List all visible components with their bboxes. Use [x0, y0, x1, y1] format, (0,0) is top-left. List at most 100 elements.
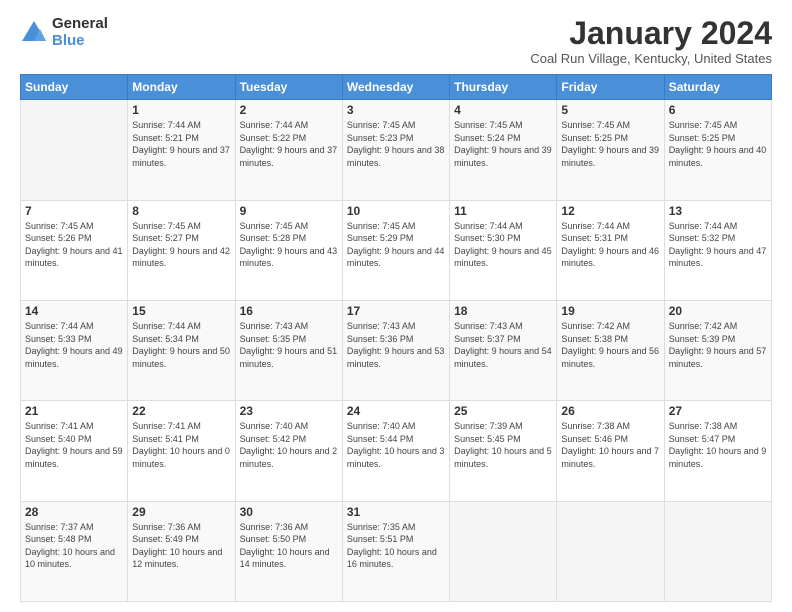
day-number: 30: [240, 505, 338, 519]
logo-general-text: General: [52, 16, 108, 33]
day-number: 29: [132, 505, 230, 519]
calendar-cell: 19 Sunrise: 7:42 AMSunset: 5:38 PMDayligh…: [557, 300, 664, 400]
day-info: Sunrise: 7:36 AMSunset: 5:49 PMDaylight:…: [132, 521, 230, 571]
calendar-cell: 10 Sunrise: 7:45 AMSunset: 5:29 PMDayligh…: [342, 200, 449, 300]
day-number: 31: [347, 505, 445, 519]
day-info: Sunrise: 7:44 AMSunset: 5:22 PMDaylight:…: [240, 119, 338, 169]
calendar-cell: 1Sunrise: 7:44 AMSunset: 5:21 PMDaylight…: [128, 100, 235, 200]
location: Coal Run Village, Kentucky, United State…: [530, 51, 772, 66]
day-info: Sunrise: 7:45 AMSunset: 5:26 PMDaylight:…: [25, 220, 123, 270]
day-number: 26: [561, 404, 659, 418]
calendar-cell: 18 Sunrise: 7:43 AMSunset: 5:37 PMDayligh…: [450, 300, 557, 400]
day-number: 19: [561, 304, 659, 318]
weekday-header-sunday: Sunday: [21, 75, 128, 100]
calendar-week-row: 28 Sunrise: 7:37 AMSunset: 5:48 PMDayligh…: [21, 501, 772, 601]
calendar-week-row: 1Sunrise: 7:44 AMSunset: 5:21 PMDaylight…: [21, 100, 772, 200]
day-number: 17: [347, 304, 445, 318]
day-number: 16: [240, 304, 338, 318]
day-number: 22: [132, 404, 230, 418]
calendar-cell: 31Sunrise: 7:35 AMSunset: 5:51 PMDayligh…: [342, 501, 449, 601]
day-info: Sunrise: 7:45 AMSunset: 5:29 PMDaylight:…: [347, 220, 445, 270]
day-number: 25: [454, 404, 552, 418]
day-info: Sunrise: 7:42 AMSunset: 5:39 PMDaylight:…: [669, 320, 767, 370]
day-info: Sunrise: 7:44 AMSunset: 5:21 PMDaylight:…: [132, 119, 230, 169]
calendar-week-row: 21Sunrise: 7:41 AMSunset: 5:40 PMDayligh…: [21, 401, 772, 501]
day-info: Sunrise: 7:44 AMSunset: 5:33 PMDaylight:…: [25, 320, 123, 370]
day-info: Sunrise: 7:45 AMSunset: 5:23 PMDaylight:…: [347, 119, 445, 169]
calendar-cell: 22 Sunrise: 7:41 AMSunset: 5:41 PMDayligh…: [128, 401, 235, 501]
day-number: 27: [669, 404, 767, 418]
calendar-cell: 3 Sunrise: 7:45 AMSunset: 5:23 PMDaylight…: [342, 100, 449, 200]
day-info: Sunrise: 7:36 AMSunset: 5:50 PMDaylight:…: [240, 521, 338, 571]
month-title: January 2024: [530, 16, 772, 51]
weekday-header-thursday: Thursday: [450, 75, 557, 100]
day-number: 3: [347, 103, 445, 117]
calendar-cell: 20 Sunrise: 7:42 AMSunset: 5:39 PMDayligh…: [664, 300, 771, 400]
day-info: Sunrise: 7:41 AMSunset: 5:40 PMDaylight:…: [25, 420, 123, 470]
calendar-cell: 26 Sunrise: 7:38 AMSunset: 5:46 PMDayligh…: [557, 401, 664, 501]
day-info: Sunrise: 7:38 AMSunset: 5:46 PMDaylight:…: [561, 420, 659, 470]
page: General Blue January 2024 Coal Run Villa…: [0, 0, 792, 612]
calendar-cell: [557, 501, 664, 601]
day-info: Sunrise: 7:38 AMSunset: 5:47 PMDaylight:…: [669, 420, 767, 470]
day-number: 7: [25, 204, 123, 218]
calendar-cell: 27 Sunrise: 7:38 AMSunset: 5:47 PMDayligh…: [664, 401, 771, 501]
day-info: Sunrise: 7:45 AMSunset: 5:25 PMDaylight:…: [669, 119, 767, 169]
day-number: 14: [25, 304, 123, 318]
day-info: Sunrise: 7:43 AMSunset: 5:35 PMDaylight:…: [240, 320, 338, 370]
calendar-cell: 28 Sunrise: 7:37 AMSunset: 5:48 PMDayligh…: [21, 501, 128, 601]
calendar-cell: 24Sunrise: 7:40 AMSunset: 5:44 PMDayligh…: [342, 401, 449, 501]
day-info: Sunrise: 7:44 AMSunset: 5:32 PMDaylight:…: [669, 220, 767, 270]
calendar-cell: 16 Sunrise: 7:43 AMSunset: 5:35 PMDayligh…: [235, 300, 342, 400]
calendar-cell: 5Sunrise: 7:45 AMSunset: 5:25 PMDaylight…: [557, 100, 664, 200]
day-info: Sunrise: 7:40 AMSunset: 5:42 PMDaylight:…: [240, 420, 338, 470]
calendar-week-row: 14 Sunrise: 7:44 AMSunset: 5:33 PMDayligh…: [21, 300, 772, 400]
day-info: Sunrise: 7:45 AMSunset: 5:24 PMDaylight:…: [454, 119, 552, 169]
day-number: 15: [132, 304, 230, 318]
weekday-header-monday: Monday: [128, 75, 235, 100]
day-info: Sunrise: 7:42 AMSunset: 5:38 PMDaylight:…: [561, 320, 659, 370]
calendar-header: SundayMondayTuesdayWednesdayThursdayFrid…: [21, 75, 772, 100]
logo-text: General Blue: [52, 16, 108, 49]
calendar-cell: 13Sunrise: 7:44 AMSunset: 5:32 PMDayligh…: [664, 200, 771, 300]
day-number: 8: [132, 204, 230, 218]
day-number: 11: [454, 204, 552, 218]
title-block: January 2024 Coal Run Village, Kentucky,…: [530, 16, 772, 66]
calendar-cell: 8 Sunrise: 7:45 AMSunset: 5:27 PMDaylight…: [128, 200, 235, 300]
calendar-cell: 14 Sunrise: 7:44 AMSunset: 5:33 PMDayligh…: [21, 300, 128, 400]
day-number: 6: [669, 103, 767, 117]
day-info: Sunrise: 7:45 AMSunset: 5:27 PMDaylight:…: [132, 220, 230, 270]
calendar-cell: 21Sunrise: 7:41 AMSunset: 5:40 PMDayligh…: [21, 401, 128, 501]
calendar-cell: 6 Sunrise: 7:45 AMSunset: 5:25 PMDaylight…: [664, 100, 771, 200]
weekday-header-friday: Friday: [557, 75, 664, 100]
day-number: 20: [669, 304, 767, 318]
day-info: Sunrise: 7:43 AMSunset: 5:36 PMDaylight:…: [347, 320, 445, 370]
calendar-cell: 4Sunrise: 7:45 AMSunset: 5:24 PMDaylight…: [450, 100, 557, 200]
day-info: Sunrise: 7:43 AMSunset: 5:37 PMDaylight:…: [454, 320, 552, 370]
calendar-cell: 2 Sunrise: 7:44 AMSunset: 5:22 PMDaylight…: [235, 100, 342, 200]
day-number: 24: [347, 404, 445, 418]
day-number: 18: [454, 304, 552, 318]
day-info: Sunrise: 7:37 AMSunset: 5:48 PMDaylight:…: [25, 521, 123, 571]
day-number: 10: [347, 204, 445, 218]
calendar-body: 1Sunrise: 7:44 AMSunset: 5:21 PMDaylight…: [21, 100, 772, 602]
calendar-cell: [664, 501, 771, 601]
calendar-cell: [450, 501, 557, 601]
day-number: 23: [240, 404, 338, 418]
day-info: Sunrise: 7:41 AMSunset: 5:41 PMDaylight:…: [132, 420, 230, 470]
weekday-header-wednesday: Wednesday: [342, 75, 449, 100]
calendar-cell: 23 Sunrise: 7:40 AMSunset: 5:42 PMDayligh…: [235, 401, 342, 501]
calendar-cell: 15 Sunrise: 7:44 AMSunset: 5:34 PMDayligh…: [128, 300, 235, 400]
day-number: 2: [240, 103, 338, 117]
calendar-cell: 29 Sunrise: 7:36 AMSunset: 5:49 PMDayligh…: [128, 501, 235, 601]
day-number: 28: [25, 505, 123, 519]
calendar-week-row: 7 Sunrise: 7:45 AMSunset: 5:26 PMDaylight…: [21, 200, 772, 300]
calendar-cell: 7 Sunrise: 7:45 AMSunset: 5:26 PMDaylight…: [21, 200, 128, 300]
day-info: Sunrise: 7:44 AMSunset: 5:34 PMDaylight:…: [132, 320, 230, 370]
weekday-row: SundayMondayTuesdayWednesdayThursdayFrid…: [21, 75, 772, 100]
day-number: 12: [561, 204, 659, 218]
day-info: Sunrise: 7:44 AMSunset: 5:30 PMDaylight:…: [454, 220, 552, 270]
calendar-cell: 25Sunrise: 7:39 AMSunset: 5:45 PMDayligh…: [450, 401, 557, 501]
day-number: 5: [561, 103, 659, 117]
header: General Blue January 2024 Coal Run Villa…: [20, 16, 772, 66]
